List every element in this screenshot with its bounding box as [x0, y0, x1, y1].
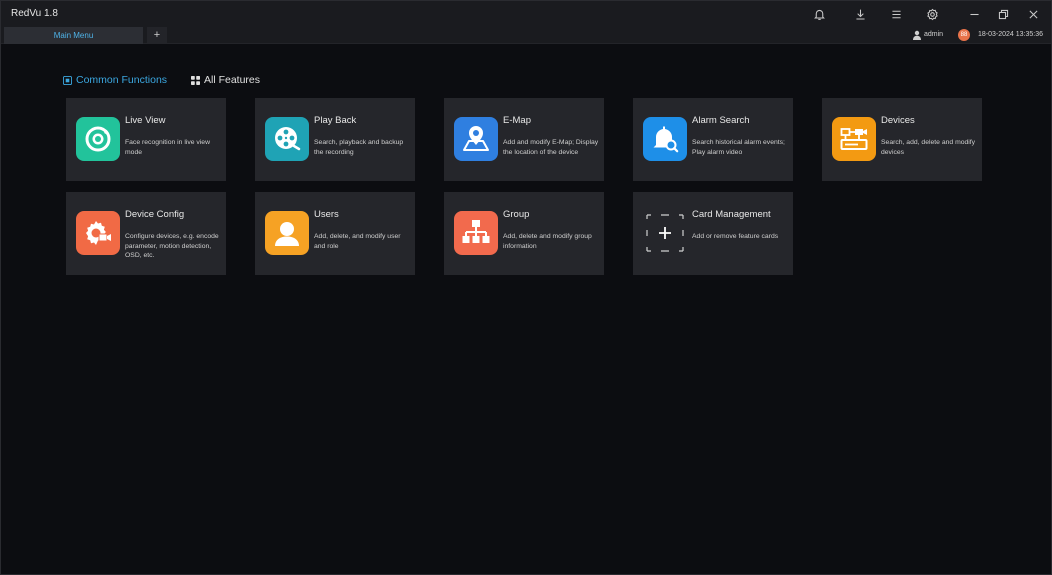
app-title: RedVu 1.8 [11, 8, 58, 19]
tab-main-menu[interactable]: Main Menu [4, 27, 143, 44]
card-title: Alarm Search [692, 115, 750, 126]
card-description: Search, add, delete and modify devices [881, 139, 976, 156]
common-functions-label: Common Functions [76, 74, 168, 86]
minimize-icon[interactable] [966, 6, 982, 22]
card-devices[interactable]: Devices Search, add, delete and modify d… [822, 98, 982, 181]
tab-bar: Main Menu + admin 88 18-03-2024 13:35:36 [1, 27, 1051, 44]
card-description: Add, delete, and modify user and role [314, 233, 401, 250]
card-management[interactable]: Card Management Add or remove feature ca… [633, 192, 793, 275]
card-title: Play Back [314, 115, 357, 126]
card-alarm-search[interactable]: Alarm Search Search historical alarm eve… [633, 98, 793, 181]
card-title: E-Map [503, 115, 531, 126]
bell-icon[interactable] [811, 6, 827, 22]
card-e-map[interactable]: E-Map Add and modify E-Map; Display the … [444, 98, 604, 181]
device-config-icon [76, 211, 120, 255]
card-description: Add or remove feature cards [692, 233, 779, 240]
add-tab-button[interactable]: + [147, 27, 167, 44]
card-title: Card Management [692, 209, 771, 220]
alarm-count-badge[interactable]: 88 [958, 29, 970, 41]
card-title: Group [503, 209, 530, 220]
playback-icon [265, 117, 309, 161]
restore-icon[interactable] [995, 6, 1011, 22]
card-description: Search, playback and backup the recordin… [314, 139, 404, 156]
card-play-back[interactable]: Play Back Search, playback and backup th… [255, 98, 415, 181]
card-device-config[interactable]: Device Config Configure devices, e.g. en… [66, 192, 226, 275]
live-view-icon [76, 117, 120, 161]
users-icon [265, 211, 309, 255]
card-group[interactable]: Group Add, delete and modify group infor… [444, 192, 604, 275]
grid-icon [191, 75, 200, 85]
datetime-label: 18-03-2024 13:35:36 [978, 31, 1043, 38]
card-description: Add, delete and modify group information [503, 233, 592, 250]
card-description: Face recognition in live view mode [125, 139, 211, 156]
menu-icon[interactable] [888, 6, 904, 22]
common-functions-icon [63, 75, 72, 85]
card-description: Search historical alarm events; Play ala… [692, 139, 785, 156]
settings-icon[interactable] [924, 6, 940, 22]
all-features-label: All Features [204, 74, 261, 86]
tab-common-functions[interactable]: Common Functions [63, 74, 167, 86]
app-window: RedVu 1.8 Main Menu + admin 88 18-03-202… [0, 0, 1052, 575]
card-title: Live View [125, 115, 166, 126]
username-label[interactable]: admin [924, 31, 943, 38]
card-title: Devices [881, 115, 915, 126]
close-icon[interactable] [1025, 6, 1041, 22]
tab-all-features[interactable]: All Features [191, 74, 260, 86]
card-title: Device Config [125, 209, 185, 220]
group-icon [454, 211, 498, 255]
card-title: Users [314, 209, 339, 220]
title-bar: RedVu 1.8 [1, 1, 1051, 27]
emap-icon [454, 117, 498, 161]
card-description: Add and modify E-Map; Display the locati… [503, 139, 599, 156]
card-users[interactable]: Users Add, delete, and modify user and r… [255, 192, 415, 275]
add-card-icon [643, 211, 687, 255]
download-icon[interactable] [852, 6, 868, 22]
card-description: Configure devices, e.g. encode parameter… [125, 233, 219, 259]
card-live-view[interactable]: Live View Face recognition in live view … [66, 98, 226, 181]
alarm-search-icon [643, 117, 687, 161]
devices-icon [832, 117, 876, 161]
user-icon [913, 30, 921, 40]
